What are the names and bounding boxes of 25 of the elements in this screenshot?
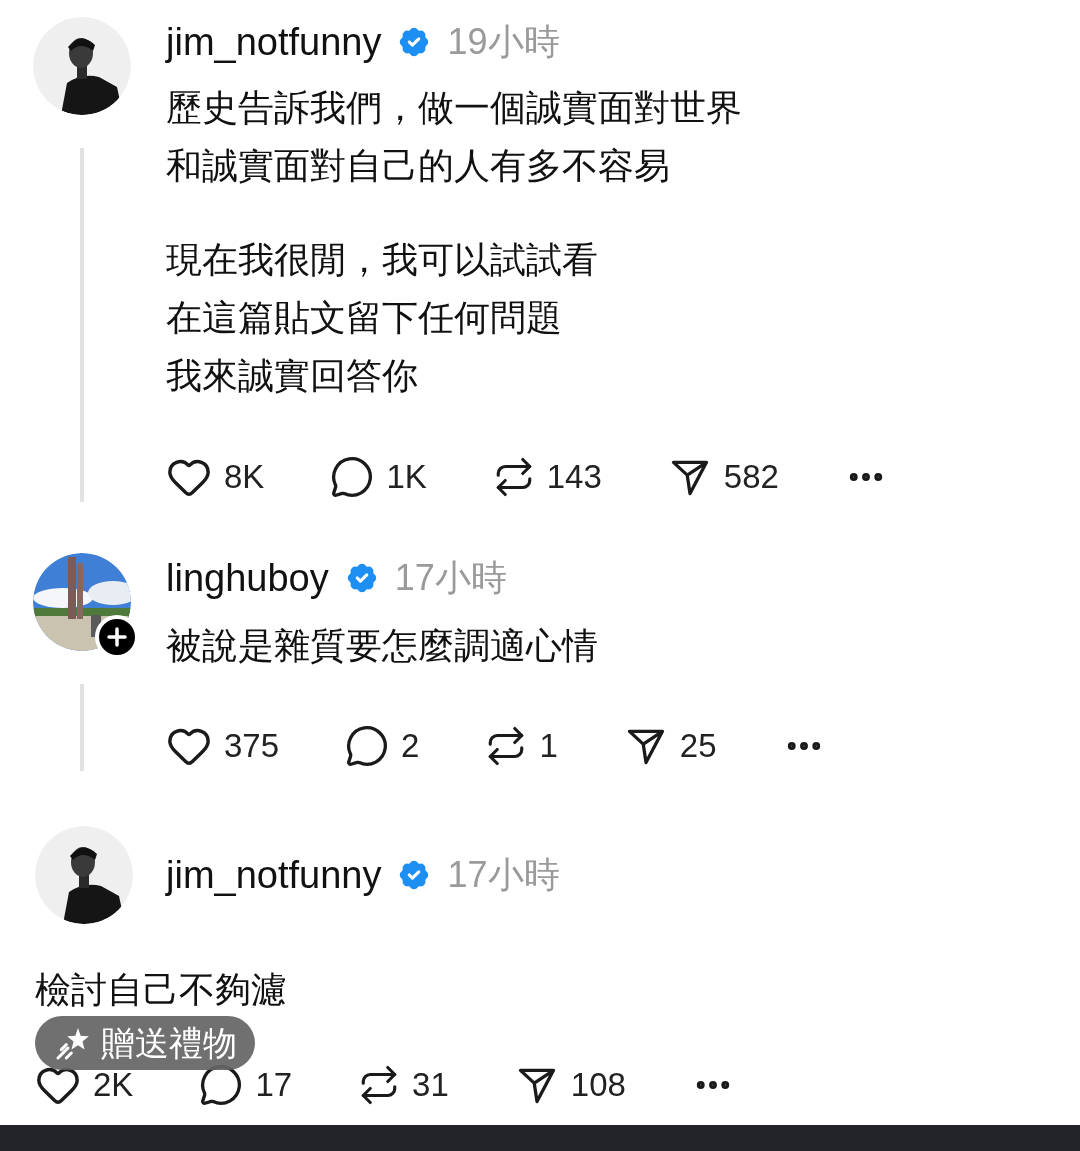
reply-count: 2 — [401, 726, 420, 767]
share-count: 108 — [570, 1065, 626, 1106]
reply-count: 1K — [386, 457, 427, 498]
post-text: 和誠實面對自己的人有多不容易 — [166, 144, 671, 188]
share-count: 25 — [679, 726, 717, 767]
post-time: 17小時 — [394, 556, 507, 600]
reply-count: 17 — [255, 1065, 293, 1106]
username[interactable]: jim_notfunny — [166, 846, 382, 904]
post-time: 17小時 — [447, 853, 560, 897]
repost-count: 31 — [412, 1065, 449, 1106]
post-text: 歷史告訴我們，做一個誠實面對世界 — [166, 86, 743, 130]
post-text: 檢討自己不夠濾 — [35, 968, 288, 1012]
like-count: 375 — [224, 726, 280, 767]
share-count: 582 — [723, 457, 779, 498]
username[interactable]: linghuboy — [166, 549, 329, 607]
repost-count: 143 — [546, 457, 602, 498]
post-text: 被說是雜質要怎麼調適心情 — [166, 624, 599, 668]
send-gift-toast[interactable]: 贈送禮物 — [35, 1016, 255, 1070]
post-text: 現在我很閒，我可以試試看 — [166, 238, 599, 282]
username[interactable]: jim_notfunny — [166, 13, 382, 71]
like-count: 8K — [224, 457, 265, 498]
repost-count: 1 — [539, 726, 558, 767]
post-time: 19小時 — [447, 20, 560, 64]
post-text: 我來誠實回答你 — [166, 354, 419, 398]
post-text: 在這篇貼文留下任何問題 — [166, 296, 563, 340]
